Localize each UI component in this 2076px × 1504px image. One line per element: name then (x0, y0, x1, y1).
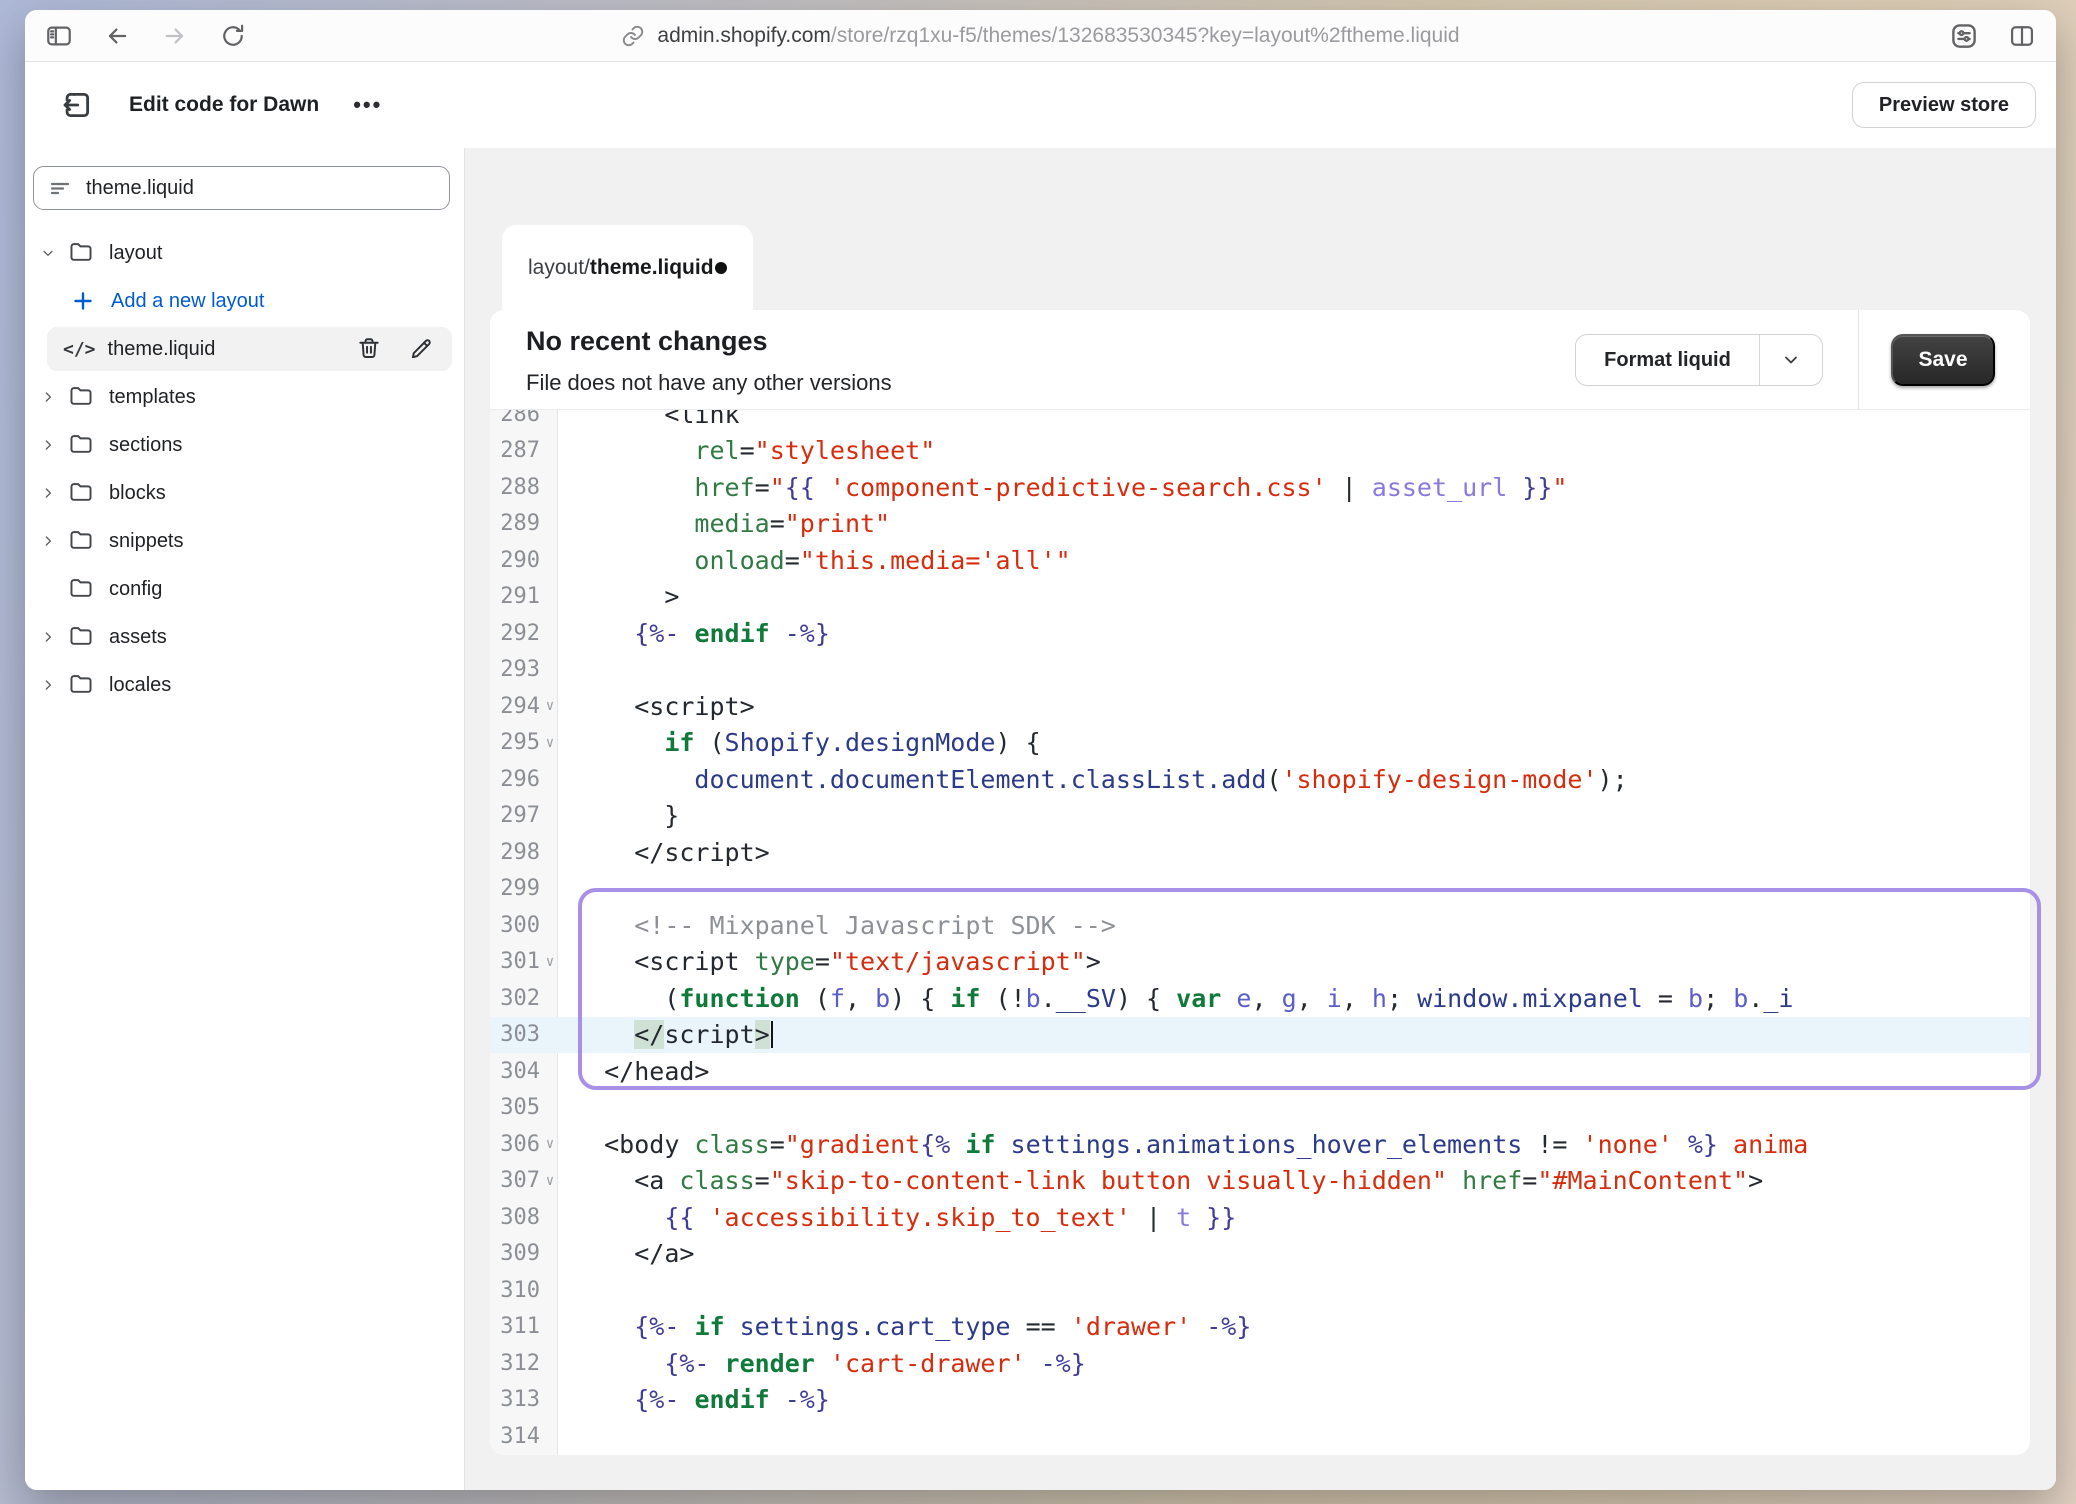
code-line[interactable]: 294∨ <script> (490, 688, 2030, 725)
folder-icon (65, 432, 97, 458)
app-header: Edit code for Dawn ••• Preview store (25, 62, 2056, 148)
sidebar-item-theme-liquid[interactable]: </> theme.liquid (47, 327, 452, 371)
editor-panel: layout/theme.liquid No recent changes Fi… (465, 148, 2056, 1490)
search-value: theme.liquid (86, 177, 194, 200)
code-editor[interactable]: 286 <link287 rel="stylesheet"288 href="{… (490, 410, 2030, 1455)
editor-card: No recent changes File does not have any… (490, 310, 2030, 1455)
sidebar-item-config[interactable]: config (25, 567, 464, 611)
code-line[interactable]: 296 document.documentElement.classList.a… (490, 761, 2030, 798)
code-line[interactable]: 307∨ <a class="skip-to-content-link butt… (490, 1163, 2030, 1200)
code-line[interactable]: 286 <link (490, 410, 2030, 433)
forward-button-icon[interactable] (155, 16, 195, 56)
plus-icon (71, 289, 95, 313)
code-file-icon: </> (63, 339, 96, 360)
status-title: No recent changes (526, 326, 768, 357)
editor-header: No recent changes File does not have any… (490, 310, 2030, 410)
preview-store-button[interactable]: Preview store (1852, 82, 2036, 128)
code-line[interactable]: 302 (function (f, b) { if (!b.__SV) { va… (490, 980, 2030, 1017)
folder-icon (65, 384, 97, 410)
sidebar-item-assets[interactable]: assets (25, 615, 464, 659)
chevron-right-icon[interactable] (37, 437, 59, 453)
code-line[interactable]: 309 </a> (490, 1236, 2030, 1273)
chevron-right-icon[interactable] (37, 389, 59, 405)
code-line[interactable]: 292 {%- endif -%} (490, 615, 2030, 652)
code-line[interactable]: 289 media="print" (490, 506, 2030, 543)
sidebar-toggle-icon[interactable] (39, 16, 79, 56)
fold-chevron-icon[interactable]: ∨ (542, 954, 558, 970)
code-line[interactable]: 293 (490, 652, 2030, 689)
fold-chevron-icon[interactable]: ∨ (542, 698, 558, 714)
more-actions-button[interactable]: ••• (353, 92, 382, 118)
code-line[interactable]: 303 </script> (490, 1017, 2030, 1054)
file-sidebar: theme.liquid layout Add a new layout </>… (25, 148, 465, 1490)
chevron-right-icon[interactable] (37, 533, 59, 549)
folder-icon (65, 480, 97, 506)
reload-icon[interactable] (213, 16, 253, 56)
chevron-down-icon[interactable] (37, 245, 59, 261)
code-line[interactable]: 304 </head> (490, 1053, 2030, 1090)
code-line[interactable]: 301∨ <script type="text/javascript"> (490, 944, 2030, 981)
save-button[interactable]: Save (1891, 334, 1995, 386)
text-cursor (771, 1021, 774, 1048)
code-line[interactable]: 314 (490, 1418, 2030, 1455)
split-view-icon[interactable] (2002, 16, 2042, 56)
unsaved-indicator (715, 262, 727, 274)
code-line[interactable]: 288 href="{{ 'component-predictive-searc… (490, 469, 2030, 506)
folder-icon (65, 576, 97, 602)
add-new-layout-link[interactable]: Add a new layout (25, 279, 464, 323)
link-icon (621, 24, 645, 48)
rename-icon[interactable] (408, 336, 434, 362)
sidebar-item-locales[interactable]: locales (25, 663, 464, 707)
header-divider (1858, 310, 1859, 409)
code-line[interactable]: 306∨ <body class="gradient{% if settings… (490, 1126, 2030, 1163)
folder-icon (65, 672, 97, 698)
chevron-right-icon[interactable] (37, 677, 59, 693)
code-line[interactable]: 312 {%- render 'cart-drawer' -%} (490, 1345, 2030, 1382)
browser-toolbar: admin.shopify.com/store/rzq1xu-f5/themes… (25, 10, 2056, 62)
fold-chevron-icon[interactable]: ∨ (542, 735, 558, 751)
code-line[interactable]: 291 > (490, 579, 2030, 616)
code-line[interactable]: 311 {%- if settings.cart_type == 'drawer… (490, 1309, 2030, 1346)
code-line[interactable]: 295∨ if (Shopify.designMode) { (490, 725, 2030, 762)
code-line[interactable]: 313 {%- endif -%} (490, 1382, 2030, 1419)
sidebar-item-templates[interactable]: templates (25, 375, 464, 419)
exit-icon[interactable] (55, 83, 99, 127)
format-liquid-button[interactable]: Format liquid (1575, 334, 1823, 386)
url-text: admin.shopify.com/store/rzq1xu-f5/themes… (657, 24, 1459, 48)
chevron-right-icon[interactable] (37, 629, 59, 645)
fold-chevron-icon[interactable]: ∨ (542, 1173, 558, 1189)
code-line[interactable]: 299 (490, 871, 2030, 908)
filter-icon (48, 176, 72, 200)
address-bar[interactable]: admin.shopify.com/store/rzq1xu-f5/themes… (325, 10, 1756, 62)
folder-icon (65, 624, 97, 650)
folder-icon (65, 240, 97, 266)
sidebar-item-layout[interactable]: layout (25, 231, 464, 275)
code-line[interactable]: 305 (490, 1090, 2030, 1127)
code-line[interactable]: 300 <!-- Mixpanel Javascript SDK --> (490, 907, 2030, 944)
fold-chevron-icon[interactable]: ∨ (542, 1136, 558, 1152)
file-tree: layout Add a new layout </> theme.liquid (25, 231, 464, 711)
sidebar-item-sections[interactable]: sections (25, 423, 464, 467)
chevron-down-icon[interactable] (1760, 335, 1822, 385)
browser-window: admin.shopify.com/store/rzq1xu-f5/themes… (25, 10, 2056, 1490)
code-line[interactable]: 298 </script> (490, 834, 2030, 871)
page-settings-icon[interactable] (1944, 16, 1984, 56)
back-button-icon[interactable] (97, 16, 137, 56)
tab-theme-liquid[interactable]: layout/theme.liquid (502, 225, 753, 311)
chevron-right-icon[interactable] (37, 485, 59, 501)
file-search-input[interactable]: theme.liquid (33, 166, 450, 210)
delete-icon[interactable] (356, 336, 382, 362)
sidebar-item-snippets[interactable]: snippets (25, 519, 464, 563)
status-subtitle: File does not have any other versions (526, 370, 892, 396)
folder-icon (65, 528, 97, 554)
code-line[interactable]: 308 {{ 'accessibility.skip_to_text' | t … (490, 1199, 2030, 1236)
code-line[interactable]: 287 rel="stylesheet" (490, 433, 2030, 470)
sidebar-item-blocks[interactable]: blocks (25, 471, 464, 515)
code-line[interactable]: 290 onload="this.media='all'" (490, 542, 2030, 579)
page-title: Edit code for Dawn (129, 93, 319, 117)
code-line[interactable]: 310 (490, 1272, 2030, 1309)
code-line[interactable]: 297 } (490, 798, 2030, 835)
